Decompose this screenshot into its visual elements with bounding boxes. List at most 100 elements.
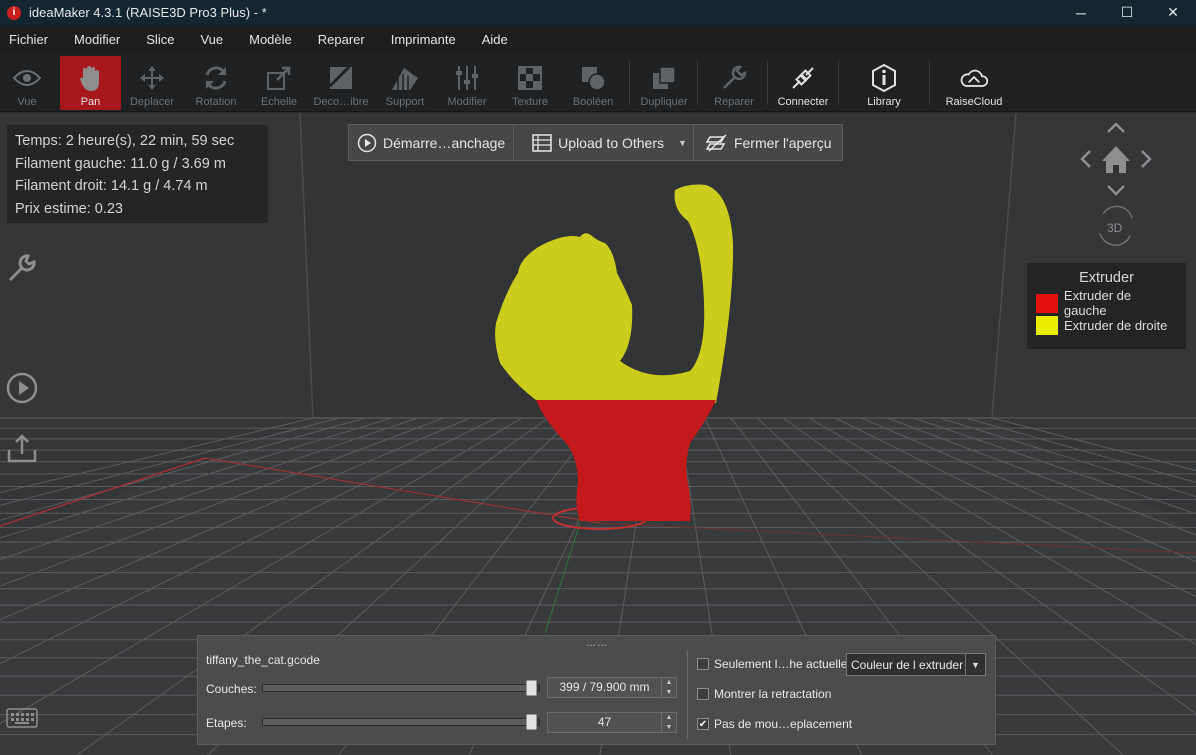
scale-icon (264, 63, 294, 93)
layers-label: Couches: (206, 682, 257, 696)
toolbar-separator (629, 61, 630, 105)
start-print-button[interactable]: Démarre…anchage (349, 125, 513, 160)
print-stats: Temps: 2 heure(s), 22 min, 59 sec Filame… (7, 125, 268, 223)
maximize-button[interactable]: ☐ (1104, 0, 1150, 25)
close-preview-button[interactable]: Fermer l'aperçu (694, 125, 840, 160)
menu-modifier[interactable]: Modifier (65, 32, 133, 47)
only-current-layer-checkbox[interactable]: Seulement l…he actuelle (697, 657, 847, 671)
tool-library[interactable]: Library (862, 56, 906, 110)
legend-swatch-right (1036, 315, 1058, 335)
color-mode-select[interactable]: Couleur de l extruder ▼ (846, 653, 986, 676)
tool-texture[interactable]: Texture (508, 56, 552, 110)
export-icon[interactable] (5, 431, 39, 465)
menu-aide[interactable]: Aide (473, 32, 521, 47)
play-circle-icon[interactable] (5, 371, 39, 405)
legend-swatch-left (1036, 293, 1058, 313)
layers-slider-handle[interactable] (526, 680, 537, 696)
menu-imprimante[interactable]: Imprimante (382, 32, 469, 47)
info-hexagon-icon (869, 63, 899, 93)
steps-slider[interactable] (262, 714, 540, 730)
stat-time: Temps: 2 heure(s), 22 min, 59 sec (15, 133, 235, 149)
show-retraction-checkbox[interactable]: Montrer la retractation (697, 687, 831, 701)
legend-item-left: Extruder de gauche (1036, 288, 1177, 318)
tool-support[interactable]: Support (382, 56, 428, 110)
menu-modele[interactable]: Modèle (240, 32, 305, 47)
legend-item-right: Extruder de droite (1036, 314, 1177, 336)
steps-label: Etapes: (206, 716, 247, 730)
panel-drag-handle[interactable]: …… (586, 638, 608, 649)
tool-deplacer[interactable]: Deplacer (128, 56, 176, 110)
no-travel-checkbox[interactable]: ✔ Pas de mou…eplacement (697, 717, 852, 731)
tool-dupliquer[interactable]: Dupliquer (638, 56, 690, 110)
3d-viewport[interactable]: Temps: 2 heure(s), 22 min, 59 sec Filame… (0, 113, 1196, 755)
spin-up-icon[interactable]: ▲ (662, 678, 676, 688)
view-navigator: 3D (1075, 118, 1157, 248)
checkmark-icon[interactable]: ✔ (697, 718, 709, 730)
spin-down-icon[interactable]: ▼ (662, 688, 676, 698)
dropdown-arrow-icon: ▼ (678, 137, 687, 148)
menu-reparer[interactable]: Reparer (309, 32, 378, 47)
checkbox-box[interactable] (697, 658, 709, 670)
eye-icon (12, 63, 42, 93)
layers-value[interactable]: 399 / 79.900 mm (548, 678, 661, 697)
tool-vue[interactable]: Vue (5, 56, 49, 110)
play-circle-icon (357, 133, 377, 153)
tool-rotation[interactable]: Rotation (192, 56, 240, 110)
spin-up-icon[interactable]: ▲ (662, 713, 676, 723)
tool-reparer[interactable]: Reparer (710, 56, 758, 110)
tool-raisecloud[interactable]: RaiseCloud (944, 56, 1004, 110)
close-preview-icon (705, 133, 728, 152)
stat-filament-right: Filament droit: 14.1 g / 4.74 m (15, 178, 208, 194)
tool-booleen[interactable]: Booléen (570, 56, 616, 110)
cut-icon (326, 63, 356, 93)
upload-dropdown[interactable]: ▼ (672, 125, 693, 160)
duplicate-icon (649, 63, 679, 93)
menu-slice[interactable]: Slice (137, 32, 187, 47)
upload-others-button[interactable]: Upload to Others (514, 125, 672, 160)
minimize-button[interactable]: ─ (1058, 0, 1104, 25)
nav-right-icon (1141, 150, 1152, 168)
legend-title: Extruder (1079, 270, 1134, 286)
tool-decoupe[interactable]: Deco…ibre (312, 56, 370, 110)
tool-connecter[interactable]: Connecter (774, 56, 832, 110)
nav-left-icon (1080, 150, 1091, 168)
steps-spinbox[interactable]: 47 ▲ ▼ (547, 712, 677, 733)
toolbar: Vue Pan Deplacer Rotation Echelle Deco…i… (0, 53, 1196, 112)
keyboard-icon[interactable] (6, 707, 38, 729)
wrench-icon[interactable] (5, 251, 39, 285)
steps-slider-handle[interactable] (526, 714, 537, 730)
tool-pan[interactable]: Pan (60, 56, 121, 110)
menu-vue[interactable]: Vue (191, 32, 236, 47)
chevron-down-icon[interactable]: ▼ (965, 654, 985, 675)
nav-down-icon (1107, 185, 1125, 196)
stat-price: Prix estime: 0.23 (15, 200, 123, 217)
tool-modifier[interactable]: Modifier (444, 56, 490, 110)
title-bar: i ideaMaker 4.3.1 (RAISE3D Pro3 Plus) - … (0, 0, 1196, 25)
layers-slider-fill (263, 685, 528, 691)
preview-toolbar: Démarre…anchage Upload to Others ▼ Ferme… (348, 124, 843, 161)
checkbox-box[interactable] (697, 688, 709, 700)
connect-icon (788, 63, 818, 93)
nav-3d-label[interactable]: 3D (1107, 221, 1122, 235)
rotate-icon (201, 63, 231, 93)
close-button[interactable]: ✕ (1150, 0, 1196, 25)
hand-icon (76, 63, 106, 93)
app-icon: i (7, 5, 21, 20)
move-icon (137, 63, 167, 93)
layers-spinbox[interactable]: 399 / 79.900 mm ▲ ▼ (547, 677, 677, 698)
spin-down-icon[interactable]: ▼ (662, 723, 676, 733)
gcode-preview-panel: …… tiffany_the_cat.gcode Couches: 399 / … (197, 635, 996, 745)
menu-bar: Fichier Modifier Slice Vue Modèle Repare… (0, 25, 1196, 53)
cloud-icon (959, 63, 989, 93)
texture-icon (515, 63, 545, 93)
toolbar-separator (838, 61, 839, 105)
layers-slider[interactable] (262, 680, 540, 696)
menu-fichier[interactable]: Fichier (0, 32, 61, 47)
steps-value[interactable]: 47 (548, 713, 661, 732)
tool-echelle[interactable]: Echelle (256, 56, 302, 110)
sliders-icon (452, 63, 482, 93)
stat-filament-left: Filament gauche: 11.0 g / 3.69 m (15, 155, 226, 172)
support-icon (390, 63, 420, 93)
toolbar-separator (697, 61, 698, 105)
nav-up-icon (1107, 122, 1125, 133)
